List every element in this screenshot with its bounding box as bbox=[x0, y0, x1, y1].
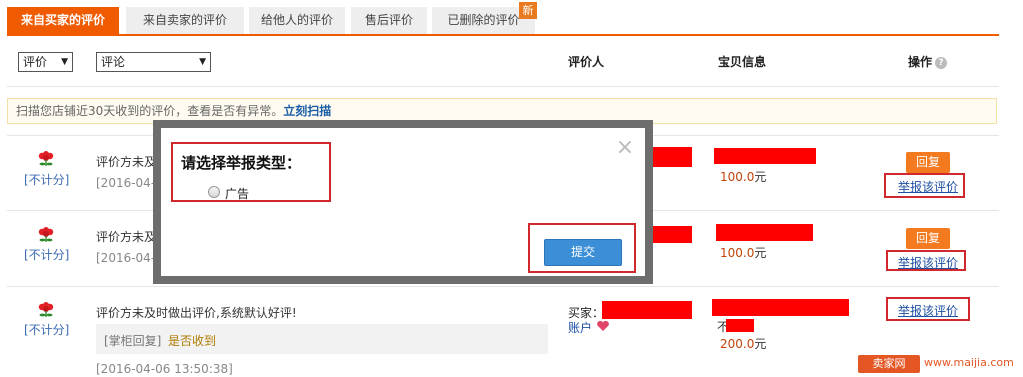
score-label: [不计分] bbox=[24, 323, 70, 337]
price-value: 200.0 bbox=[720, 337, 755, 351]
divider bbox=[7, 286, 999, 287]
scan-now-link[interactable]: 立刻扫描 bbox=[283, 104, 331, 118]
seller-reply-box: [掌柜回复] 是否收到 bbox=[96, 324, 548, 354]
redacted-item-title bbox=[712, 299, 849, 316]
rating-select-value: 评价 bbox=[23, 55, 48, 69]
annotation-box bbox=[528, 223, 636, 273]
column-header-reviewer: 评价人 bbox=[568, 55, 605, 69]
tab-from-sellers[interactable]: 来自卖家的评价 bbox=[126, 7, 244, 34]
content-select[interactable]: 评论 ▼ bbox=[96, 52, 211, 72]
seller-reply-status: 是否收到 bbox=[168, 334, 217, 348]
price-value: 100.0 bbox=[720, 170, 755, 184]
flower-icon bbox=[38, 151, 54, 166]
flower-icon bbox=[38, 302, 54, 317]
reply-button[interactable]: 回复 bbox=[906, 152, 950, 173]
annotation-box bbox=[886, 297, 970, 321]
column-header-actions-label: 操作 bbox=[908, 55, 933, 69]
annotation-box bbox=[884, 173, 965, 198]
tab-after-sales[interactable]: 售后评价 bbox=[351, 7, 427, 34]
tab-given-to-others[interactable]: 给他人的评价 bbox=[249, 7, 345, 34]
item-price: 100.0元 bbox=[720, 168, 766, 185]
redacted-item-title bbox=[716, 224, 813, 241]
review-comment: 评价方未及时做出评价,系统默认好评! bbox=[96, 306, 297, 320]
divider bbox=[7, 86, 999, 87]
item-price: 200.0元 bbox=[720, 335, 766, 352]
item-price: 100.0元 bbox=[720, 244, 766, 261]
watermark-url: www.maijia.com bbox=[924, 356, 1014, 369]
redacted-reviewer bbox=[602, 301, 692, 319]
reviewer-account: 账户 bbox=[568, 321, 593, 335]
report-type-dialog: 请选择举报类型： × 广告 提交 bbox=[161, 128, 645, 276]
score-label: [不计分] bbox=[24, 248, 70, 262]
column-header-actions: 操作? bbox=[908, 53, 948, 70]
tab-label: 售后评价 bbox=[364, 13, 413, 27]
chevron-down-icon: ▼ bbox=[199, 57, 206, 67]
tab-label: 来自买家的评价 bbox=[20, 13, 105, 27]
site-watermark: 卖家网 www.maijia.com bbox=[858, 354, 1020, 374]
scan-notice-text: 扫描您店铺近30天收到的评价，查看是否有异常。 bbox=[16, 104, 284, 118]
tab-deleted[interactable]: 已删除的评价 新 bbox=[432, 2, 537, 34]
annotation-box bbox=[886, 250, 966, 271]
redacted-reviewer bbox=[650, 226, 692, 243]
chevron-down-icon: ▼ bbox=[61, 57, 68, 67]
price-unit: 元 bbox=[754, 246, 767, 260]
close-icon[interactable]: × bbox=[615, 137, 635, 159]
heart-icon bbox=[597, 320, 609, 331]
price-value: 100.0 bbox=[720, 246, 755, 260]
price-unit: 元 bbox=[754, 337, 767, 351]
tab-label: 已删除的评价 bbox=[447, 13, 520, 27]
seller-reply-prefix: [掌柜回复] bbox=[104, 334, 162, 348]
flower-icon bbox=[38, 227, 54, 242]
help-icon[interactable]: ? bbox=[935, 56, 948, 69]
annotation-box bbox=[171, 142, 331, 202]
redacted-item-detail bbox=[726, 319, 754, 332]
tab-label: 给他人的评价 bbox=[260, 13, 333, 27]
review-tabs: 来自买家的评价 来自卖家的评价 给他人的评价 售后评价 已删除的评价 新 bbox=[7, 2, 999, 36]
redacted-item-title bbox=[714, 148, 816, 164]
score-label: [不计分] bbox=[24, 173, 70, 187]
column-header-item-info: 宝贝信息 bbox=[718, 55, 767, 69]
watermark-logo: 卖家网 bbox=[858, 355, 920, 373]
new-badge: 新 bbox=[519, 2, 537, 19]
rating-select[interactable]: 评价 ▼ bbox=[18, 52, 73, 72]
price-unit: 元 bbox=[754, 170, 767, 184]
content-select-value: 评论 bbox=[101, 55, 126, 69]
reply-button[interactable]: 回复 bbox=[906, 228, 950, 249]
tab-label: 来自卖家的评价 bbox=[142, 13, 227, 27]
review-date: [2016-04-06 13:50:38] bbox=[96, 362, 233, 376]
tab-from-buyers[interactable]: 来自买家的评价 bbox=[7, 7, 119, 34]
